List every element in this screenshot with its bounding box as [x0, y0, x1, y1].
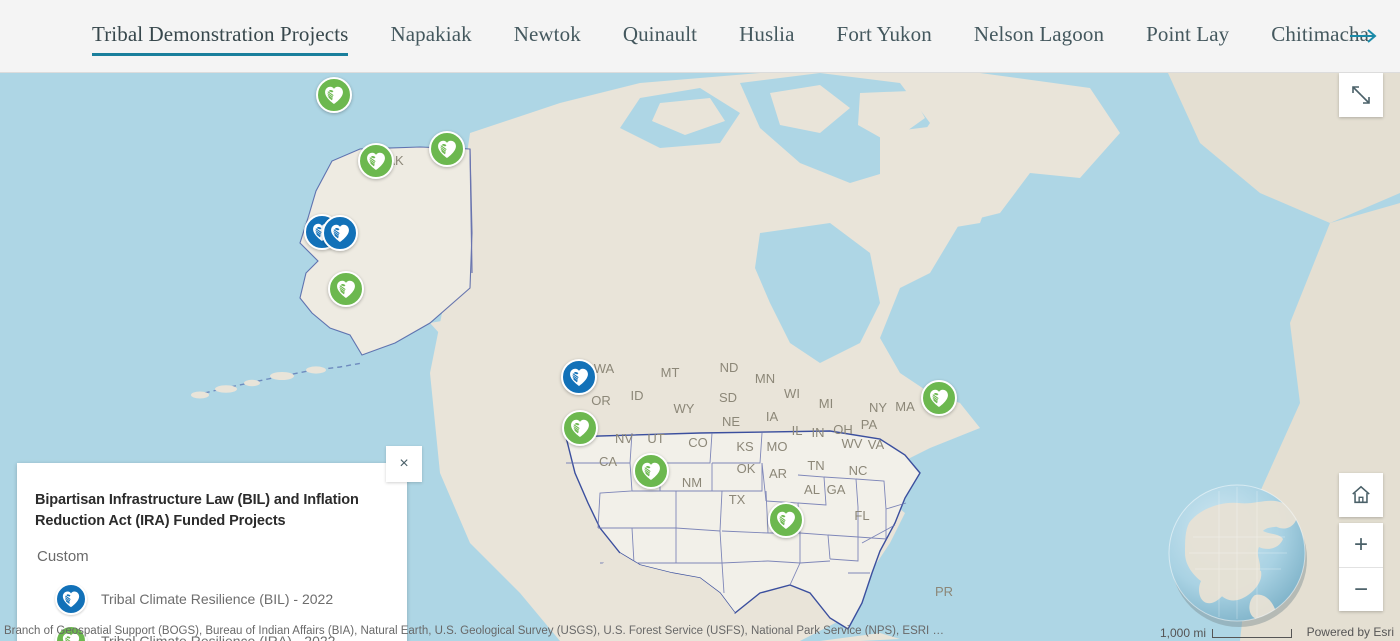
legend-title: Bipartisan Infrastructure Law (BIL) and … [35, 492, 359, 530]
state-label: CO [688, 435, 708, 450]
expand-diagonal-icon [1352, 86, 1370, 104]
handshake-heart-icon [337, 280, 355, 298]
state-label: PR [935, 584, 953, 599]
state-label: CA [599, 454, 617, 469]
state-label: PA [861, 417, 878, 432]
state-label: NM [682, 475, 702, 490]
handshake-heart-icon [367, 152, 385, 170]
handshake-heart-icon [62, 591, 80, 608]
state-label: KS [736, 439, 754, 454]
map-marker-blue[interactable] [561, 359, 597, 395]
state-label: NY [869, 400, 887, 415]
map-marker-green[interactable] [921, 380, 957, 416]
tab-newtok[interactable]: Newtok [493, 0, 602, 73]
map-marker-green[interactable] [328, 271, 364, 307]
state-label: AR [769, 466, 787, 481]
scale-bar-graphic [1212, 628, 1292, 638]
top-navigation-bar: Tribal Demonstration Projects Napakiak New… [0, 0, 1400, 73]
state-label: OK [737, 461, 756, 476]
zoom-out-button[interactable]: − [1339, 567, 1383, 611]
legend-item-label: Tribal Climate Resilience (BIL) - 2022 [101, 591, 334, 608]
state-label: MO [767, 439, 788, 454]
legend-close-button[interactable]: × [386, 446, 422, 482]
map-marker-green[interactable] [429, 131, 465, 167]
legend-item[interactable]: Tribal Climate Resilience (BIL) - 2022 [55, 578, 407, 620]
state-label: IN [812, 425, 825, 440]
handshake-heart-icon [438, 140, 456, 158]
legend-panel: × Bipartisan Infrastructure Law (BIL) an… [17, 446, 422, 641]
handshake-heart-icon [930, 389, 948, 407]
tab-point-lay[interactable]: Point Lay [1125, 0, 1250, 73]
home-button[interactable] [1339, 473, 1383, 517]
next-tabs-arrow-button[interactable] [1342, 14, 1386, 58]
tab-fort-yukon[interactable]: Fort Yukon [816, 0, 953, 73]
state-label: GA [827, 482, 846, 497]
state-label: TN [807, 458, 824, 473]
state-label: MA [895, 399, 915, 414]
map-marker-green[interactable] [768, 502, 804, 538]
arrow-right-icon [1350, 29, 1377, 43]
state-label: AL [804, 482, 820, 497]
state-label: VA [868, 437, 885, 452]
tab-quinault[interactable]: Quinault [602, 0, 718, 73]
state-label: NV [615, 431, 633, 446]
state-label: MN [755, 371, 775, 386]
map-marker-green[interactable] [633, 453, 669, 489]
state-label: OH [833, 422, 853, 437]
scale-label: 1,000 mi [1159, 626, 1206, 640]
state-label: SD [719, 390, 737, 405]
state-label: ID [631, 388, 644, 403]
state-label: MI [819, 396, 833, 411]
home-icon [1352, 485, 1370, 504]
state-label: ND [720, 360, 739, 375]
state-label: WA [594, 361, 615, 376]
map-attribution-bar: Branch of Geospatial Support (BOGS), Bur… [0, 620, 1400, 641]
state-label: MT [661, 365, 680, 380]
map-marker-green[interactable] [316, 77, 352, 113]
state-label: FL [854, 508, 869, 523]
map-canvas[interactable]: AK WA OR ID MT ND SD NE WY NV UT CO KS MN WI IA MO IL IN OH… [0, 73, 1400, 641]
handshake-heart-icon [325, 86, 343, 104]
state-label: WY [674, 401, 695, 416]
zoom-in-button[interactable]: + [1339, 523, 1383, 567]
state-label: IL [792, 423, 803, 438]
map-marker-green[interactable] [562, 410, 598, 446]
tab-napakiak[interactable]: Napakiak [369, 0, 492, 73]
powered-by-esri-label: Powered by Esri [1306, 625, 1394, 639]
state-label: OR [591, 393, 611, 408]
state-label: WI [784, 386, 800, 401]
legend-swatch [55, 583, 87, 616]
legend-group-label: Custom [37, 548, 89, 566]
map-marker-green[interactable] [358, 143, 394, 179]
state-label: UT [647, 431, 664, 446]
state-label: WV [842, 436, 863, 451]
tab-nelson-lagoon[interactable]: Nelson Lagoon [953, 0, 1125, 73]
tab-tribal-demonstration-projects[interactable]: Tribal Demonstration Projects [92, 0, 369, 73]
handshake-heart-icon [571, 419, 589, 437]
state-label: TX [729, 492, 746, 507]
handshake-heart-icon [570, 368, 588, 386]
tab-list: Tribal Demonstration Projects Napakiak New… [0, 0, 1390, 73]
state-label: NC [849, 463, 868, 478]
handshake-heart-icon [331, 224, 349, 242]
map-marker-blue[interactable] [322, 215, 358, 251]
state-label: IA [766, 409, 779, 424]
state-label: NE [722, 414, 740, 429]
attribution-text: Branch of Geospatial Support (BOGS), Bur… [4, 624, 944, 637]
tab-huslia[interactable]: Huslia [718, 0, 815, 73]
handshake-heart-icon [777, 511, 795, 529]
handshake-heart-icon [642, 462, 660, 480]
zoom-controls: + − [1339, 523, 1383, 611]
scale-bar-widget: 1,000 mi [1160, 626, 1292, 640]
expand-button[interactable] [1339, 73, 1383, 117]
